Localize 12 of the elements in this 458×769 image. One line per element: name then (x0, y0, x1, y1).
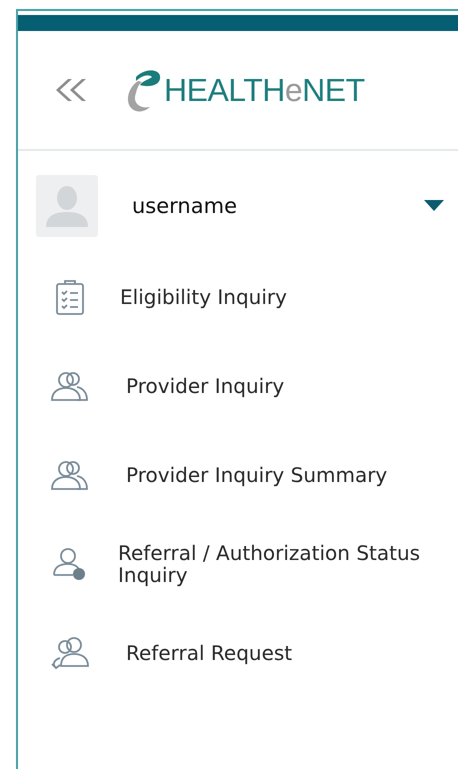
people-arrow-icon (50, 636, 90, 670)
menu-item[interactable]: Provider Inquiry (18, 362, 458, 410)
menu-item[interactable]: Provider Inquiry Summary (18, 451, 458, 499)
caret-icon[interactable] (424, 200, 444, 212)
username-text: username (132, 194, 238, 218)
menu-item[interactable]: Referral / Authorization Status Inquiry (18, 540, 458, 588)
menu-item[interactable]: Eligibility Inquiry (18, 273, 458, 321)
avatar-icon (36, 175, 98, 237)
menu-item[interactable]: Referral Request (18, 629, 458, 677)
logo-text: HEALTHeNET (164, 72, 365, 108)
people-icon (50, 460, 90, 490)
people-icon (50, 371, 90, 401)
